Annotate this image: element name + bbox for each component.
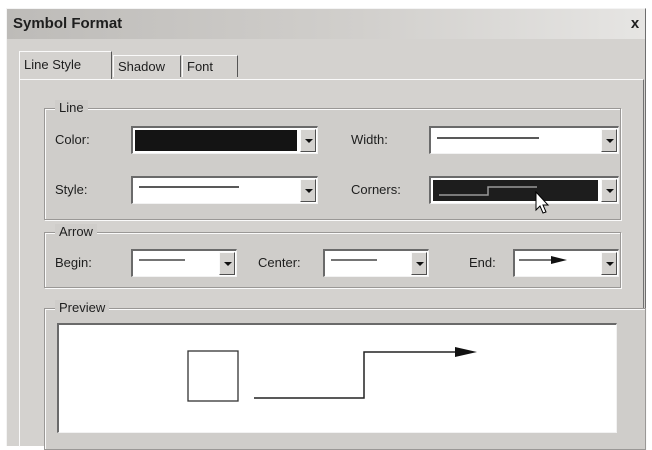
tab-line-style[interactable]: Line Style: [19, 51, 112, 79]
end-label: End:: [469, 255, 496, 270]
color-swatch: [135, 130, 297, 151]
style-label: Style:: [55, 182, 88, 197]
color-label: Color:: [55, 132, 90, 147]
chevron-down-icon[interactable]: [411, 252, 427, 275]
preview-arrowhead: [455, 347, 477, 357]
begin-label: Begin:: [55, 255, 92, 270]
style-line-preview: [139, 186, 239, 188]
style-dropdown[interactable]: [131, 176, 318, 204]
chevron-down-icon[interactable]: [601, 129, 617, 152]
width-line-preview: [437, 137, 539, 139]
preview-drawing: [187, 347, 477, 402]
preview-canvas: [57, 323, 617, 433]
line-style-panel: Line Color: Width: Style: Corners: Arrow…: [19, 79, 646, 450]
begin-line-preview: [139, 259, 185, 261]
chevron-down-icon[interactable]: [601, 252, 617, 275]
end-arrow-preview: [519, 256, 567, 264]
chevron-down-icon[interactable]: [601, 179, 617, 202]
line-group-legend: Line: [55, 100, 88, 115]
close-button[interactable]: x: [627, 14, 643, 34]
corners-dropdown[interactable]: [429, 176, 619, 204]
title-bar[interactable]: Symbol Format x: [7, 9, 645, 39]
tab-bar: Line Style Shadow Font: [19, 50, 319, 80]
tab-label: Line Style: [24, 57, 82, 72]
tab-font[interactable]: Font: [182, 55, 238, 77]
width-label: Width:: [351, 132, 388, 147]
preview-group: Preview: [44, 300, 646, 450]
corners-label: Corners:: [351, 182, 401, 197]
arrow-group: Arrow Begin: Center: End:: [44, 224, 621, 288]
tab-label: Shadow: [118, 59, 165, 74]
end-dropdown[interactable]: [513, 249, 619, 277]
arrow-group-legend: Arrow: [55, 224, 97, 239]
center-line-preview: [331, 259, 377, 261]
preview-group-legend: Preview: [55, 300, 110, 315]
dialog-title: Symbol Format: [13, 15, 123, 32]
tab-label: Font: [187, 59, 214, 74]
begin-dropdown[interactable]: [131, 249, 237, 277]
preview-connector-line: [254, 351, 459, 399]
center-label: Center:: [258, 255, 301, 270]
chevron-down-icon[interactable]: [300, 179, 316, 202]
width-dropdown[interactable]: [429, 126, 619, 154]
corners-line-preview: [439, 186, 537, 196]
chevron-down-icon[interactable]: [300, 129, 316, 152]
center-dropdown[interactable]: [323, 249, 429, 277]
color-dropdown[interactable]: [131, 126, 318, 154]
symbol-format-dialog: Symbol Format x Line Style Shadow Font L…: [6, 8, 646, 450]
tab-shadow[interactable]: Shadow: [113, 55, 181, 77]
preview-symbol-box: [187, 350, 239, 402]
mouse-pointer-icon: [535, 191, 550, 214]
chevron-down-icon[interactable]: [219, 252, 235, 275]
corners-selection-highlight: [433, 180, 598, 201]
